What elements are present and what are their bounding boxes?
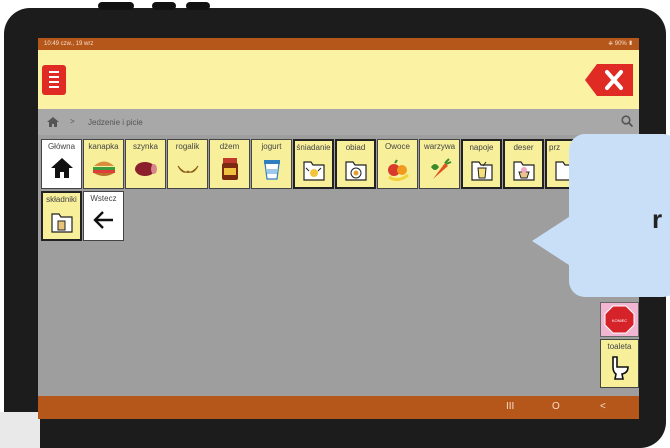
tooltip-tail: [532, 215, 572, 267]
back-button[interactable]: <: [600, 401, 606, 412]
tooltip-text: r: [652, 204, 663, 234]
cell-glowna[interactable]: Główna: [41, 139, 82, 189]
status-bar: 10:49 czw., 19 wrz ⎈ 90% ▮: [38, 38, 639, 50]
android-nav-bar: III O <: [38, 396, 639, 419]
status-time: 10:49 czw., 19 wrz: [44, 41, 94, 47]
stop-label: KONIEC: [612, 318, 627, 323]
croissant-icon: [168, 157, 207, 187]
breakfast-folder-icon: [295, 158, 332, 187]
cell-label: toaleta: [607, 342, 632, 351]
cell-label: jogurt: [261, 142, 282, 151]
cell-napoje[interactable]: napoje: [461, 139, 502, 189]
cell-label: śniadanie: [296, 143, 331, 152]
hardware-button: [98, 2, 134, 10]
breadcrumb-separator: >: [70, 117, 75, 126]
ingredients-folder-icon: [43, 210, 80, 239]
cell-jogurt[interactable]: jogurt: [251, 139, 292, 189]
cell-szynka[interactable]: szynka: [125, 139, 166, 189]
breadcrumb: > Jedzenie i picie: [38, 109, 639, 135]
dinner-folder-icon: [337, 158, 374, 187]
cell-skladniki[interactable]: składniki: [41, 191, 82, 241]
arrow-left-icon: [84, 209, 123, 239]
cell-label: napoje: [469, 143, 494, 152]
home-icon: [42, 157, 81, 187]
cell-label: Wstecz: [90, 194, 117, 203]
cell-label: Główna: [47, 142, 76, 151]
cell-label: dżem: [219, 142, 240, 151]
backspace-x-icon: [585, 64, 633, 96]
cell-label: rogalik: [175, 142, 200, 151]
cell-label: szynka: [133, 142, 158, 151]
home-button[interactable]: O: [552, 401, 560, 412]
cell-owoce[interactable]: Owoce: [377, 139, 418, 189]
cell-label: deser: [513, 143, 534, 152]
hardware-button: [186, 2, 210, 10]
cell-kanapka[interactable]: kanapka: [83, 139, 124, 189]
cell-dzem[interactable]: dżem: [209, 139, 250, 189]
cell-koniec[interactable]: KONIEC: [600, 302, 639, 337]
cell-wstecz[interactable]: Wstecz: [83, 191, 124, 241]
message-bar[interactable]: [38, 50, 639, 109]
cell-label: Owoce: [385, 142, 410, 151]
background-strip: [0, 412, 40, 448]
cell-rogalik[interactable]: rogalik: [167, 139, 208, 189]
cell-toaleta[interactable]: toaleta: [600, 339, 639, 388]
status-battery: ⎈ 90% ▮: [608, 41, 633, 47]
delete-button[interactable]: [583, 62, 635, 98]
cell-label: warzywa: [423, 142, 456, 151]
dessert-folder-icon: [505, 158, 542, 187]
cell-deser[interactable]: deser: [503, 139, 544, 189]
menu-button[interactable]: [42, 65, 66, 95]
breadcrumb-current[interactable]: Jedzenie i picie: [88, 118, 143, 127]
fruits-icon: [378, 157, 417, 187]
quick-side-panel: KONIEC toaleta: [600, 302, 639, 388]
cell-sniadanie[interactable]: śniadanie: [293, 139, 334, 189]
sandwich-icon: [84, 157, 123, 187]
yogurt-icon: [252, 157, 291, 187]
toilet-icon: [601, 355, 638, 385]
hardware-button: [152, 2, 176, 10]
jam-jar-icon: [210, 157, 249, 187]
battery-level: 90%: [614, 41, 627, 47]
cell-label: obiad: [345, 143, 366, 152]
ham-icon: [126, 157, 165, 187]
drinks-folder-icon: [463, 158, 500, 187]
cell-warzywa[interactable]: warzywa: [419, 139, 460, 189]
search-icon[interactable]: [621, 115, 633, 127]
cell-label: kanapka: [88, 142, 119, 151]
vegetables-icon: [420, 157, 459, 187]
cell-obiad[interactable]: obiad: [335, 139, 376, 189]
stop-sign-icon: KONIEC: [604, 305, 635, 334]
cell-label: składniki: [46, 195, 77, 204]
recents-button[interactable]: III: [506, 401, 514, 412]
home-icon[interactable]: [47, 117, 59, 127]
